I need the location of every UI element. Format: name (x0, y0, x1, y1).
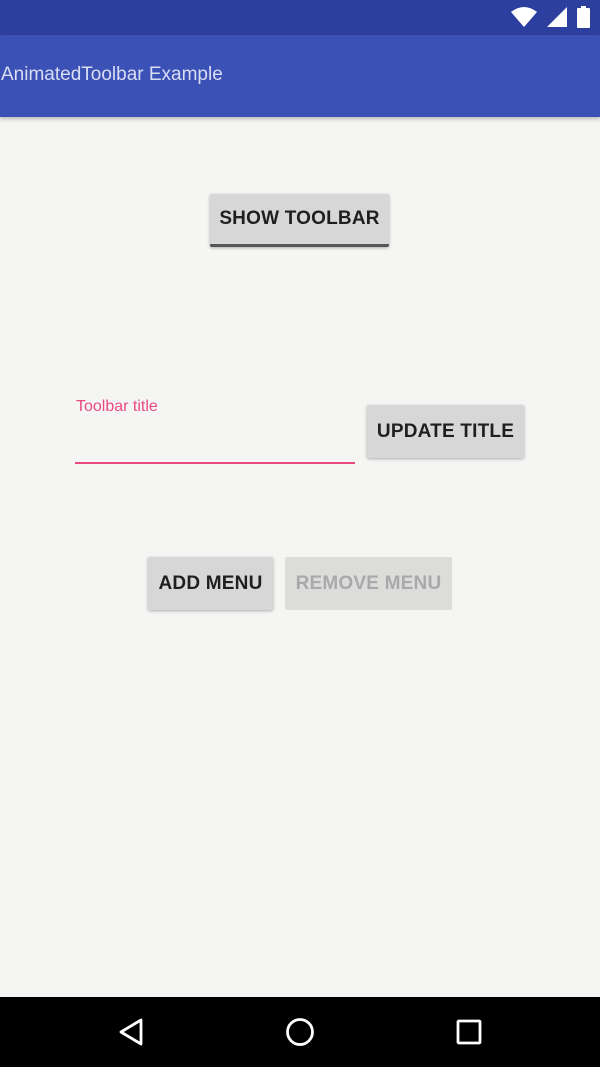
add-menu-button[interactable]: ADD MENU (148, 557, 273, 610)
home-icon (286, 1018, 314, 1046)
wifi-icon (511, 7, 537, 27)
app-bar: AnimatedToolbar Example (0, 35, 600, 117)
signal-icon (547, 7, 567, 27)
screen: AnimatedToolbar Example SHOW TOOLBAR Too… (0, 0, 600, 1067)
app-title: AnimatedToolbar Example (1, 64, 223, 85)
battery-icon (577, 6, 590, 28)
recents-button[interactable] (451, 1014, 487, 1050)
toolbar-title-label: Toolbar title (76, 398, 158, 415)
show-toolbar-button[interactable]: SHOW TOOLBAR (210, 194, 389, 247)
home-button[interactable] (282, 1014, 318, 1050)
navigation-bar (0, 997, 600, 1067)
back-button[interactable] (113, 1014, 149, 1050)
status-bar (0, 0, 600, 35)
back-icon (119, 1018, 143, 1046)
update-title-button[interactable]: UPDATE TITLE (367, 405, 524, 458)
status-icons (511, 6, 590, 28)
recents-icon (456, 1019, 482, 1045)
toolbar-title-input[interactable] (75, 424, 355, 464)
remove-menu-button: REMOVE MENU (285, 557, 452, 610)
